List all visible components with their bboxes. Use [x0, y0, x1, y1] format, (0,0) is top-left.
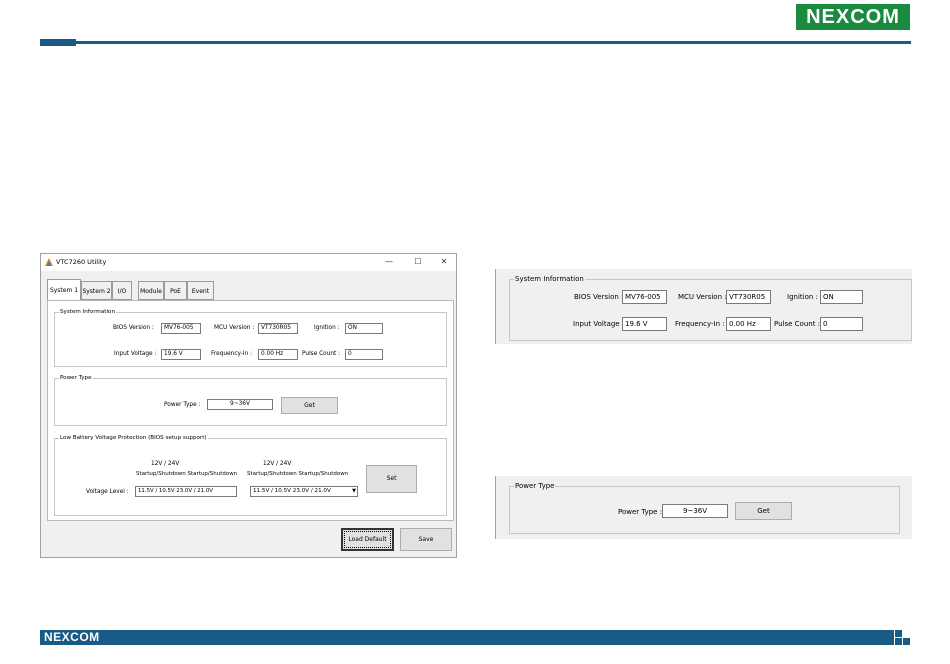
zoom-bios-field[interactable]: MV76-005: [622, 290, 667, 304]
zoom-ignition-field[interactable]: ON: [820, 290, 863, 304]
col1-voltage-header: 12V / 24V: [151, 461, 180, 467]
footer-square-1: [895, 630, 902, 637]
system-info-legend: System Information: [59, 309, 117, 315]
footer-square-3: [895, 638, 902, 645]
zoom-input-voltage-label: Input Voltage :: [573, 320, 625, 328]
mcu-version-field[interactable]: VT730R05: [258, 323, 298, 334]
app-icon: [45, 258, 53, 266]
zoom-power-type: Power Type Power Type : 9~36V Get: [495, 476, 912, 539]
input-voltage-label: Input Voltage :: [114, 351, 157, 357]
tab-panel: System Information BIOS Version : MV76-0…: [47, 300, 454, 521]
footer-logo: NEXCOM: [44, 630, 100, 644]
voltage-level-label: Voltage Level :: [86, 489, 129, 495]
zoom-left-edge: [495, 269, 496, 344]
system-info-group: System Information BIOS Version : MV76-0…: [54, 309, 447, 367]
power-type-field[interactable]: 9~36V: [207, 399, 273, 410]
voltage-level-combo-value: 11.5V / 10.5V 23.0V / 21.0V: [253, 488, 331, 494]
tab-poe[interactable]: PoE: [164, 281, 187, 300]
input-voltage-field[interactable]: 19.6 V: [161, 349, 201, 360]
ignition-label: Ignition :: [314, 325, 340, 331]
window-title: VTC7260 Utility: [56, 258, 107, 266]
zoom-power-type-legend: Power Type: [514, 482, 556, 490]
zoom-get-button[interactable]: Get: [735, 502, 792, 520]
low-battery-legend: Low Battery Voltage Protection (BIOS set…: [59, 435, 208, 441]
load-default-button[interactable]: Load Default: [341, 528, 394, 551]
tab-system-1[interactable]: System 1: [47, 279, 81, 300]
mcu-label: MCU Version :: [214, 325, 255, 331]
zoom-power-type-label: Power Type :: [618, 508, 663, 516]
voltage-level-field[interactable]: 11.5V / 10.5V 23.0V / 21.0V: [135, 486, 237, 497]
chevron-down-icon[interactable]: ▼: [352, 487, 356, 496]
bios-label: BIOS Version :: [113, 325, 154, 331]
zoom-pulse-count-label: Pulse Count :: [774, 320, 821, 328]
zoom-system-info-group: System Information BIOS Version : MV76-0…: [509, 275, 912, 341]
zoom-ignition-label: Ignition :: [787, 293, 818, 301]
close-icon[interactable]: ✕: [437, 257, 451, 267]
pulse-count-field[interactable]: 0: [345, 349, 383, 360]
tab-io[interactable]: I/O: [112, 281, 132, 300]
zoom-mcu-field[interactable]: VT730R05: [726, 290, 771, 304]
get-button[interactable]: Get: [281, 397, 338, 414]
zoom-frequency-field[interactable]: 0.00 Hz: [726, 317, 771, 331]
footer-bar: [40, 630, 894, 645]
zoom-pt-left-edge: [495, 476, 496, 539]
save-button[interactable]: Save: [400, 528, 452, 551]
header-rule: [40, 41, 911, 44]
minimize-icon[interactable]: —: [382, 257, 396, 267]
bios-version-field[interactable]: MV76-005: [161, 323, 201, 334]
zoom-input-voltage-field[interactable]: 19.6 V: [622, 317, 667, 331]
zoom-system-info: System Information BIOS Version : MV76-0…: [495, 269, 912, 344]
zoom-bios-label: BIOS Version :: [574, 293, 624, 301]
col1-startup-shutdown: Startup/Shutdown Startup/Shutdown: [136, 471, 238, 477]
set-button[interactable]: Set: [366, 465, 417, 493]
power-type-group: Power Type Power Type : 9~36V Get: [54, 375, 447, 426]
frequency-label: Frequency-In :: [211, 351, 253, 357]
utility-window: VTC7260 Utility — ☐ ✕ System 1 System 2 …: [40, 253, 457, 558]
ignition-field[interactable]: ON: [345, 323, 383, 334]
nexcom-logo: NEXCOM: [796, 4, 910, 30]
pulse-count-label: Pulse Count :: [302, 351, 341, 357]
power-type-legend: Power Type: [59, 375, 93, 381]
zoom-frequency-label: Frequency-In :: [675, 320, 725, 328]
zoom-power-type-group: Power Type Power Type : 9~36V Get: [509, 482, 900, 534]
maximize-icon[interactable]: ☐: [411, 257, 425, 267]
zoom-pulse-count-field[interactable]: 0: [820, 317, 863, 331]
tab-system-2[interactable]: System 2: [81, 281, 112, 300]
voltage-level-combo[interactable]: 11.5V / 10.5V 23.0V / 21.0V ▼: [250, 486, 358, 497]
tab-module[interactable]: Module: [138, 281, 164, 300]
header-accent: [40, 39, 76, 46]
col2-voltage-header: 12V / 24V: [263, 461, 292, 467]
title-bar: VTC7260 Utility — ☐ ✕: [41, 254, 456, 271]
low-battery-group: Low Battery Voltage Protection (BIOS set…: [54, 435, 447, 516]
zoom-system-info-legend: System Information: [514, 275, 585, 283]
col2-startup-shutdown: Startup/Shutdown Startup/Shutdown: [247, 471, 349, 477]
zoom-power-type-field[interactable]: 9~36V: [662, 504, 728, 518]
frequency-field[interactable]: 0.00 Hz: [258, 349, 298, 360]
zoom-mcu-label: MCU Version :: [678, 293, 727, 301]
power-type-label: Power Type :: [164, 402, 201, 408]
tab-event[interactable]: Event: [187, 281, 214, 300]
footer-square-2: [903, 638, 910, 645]
